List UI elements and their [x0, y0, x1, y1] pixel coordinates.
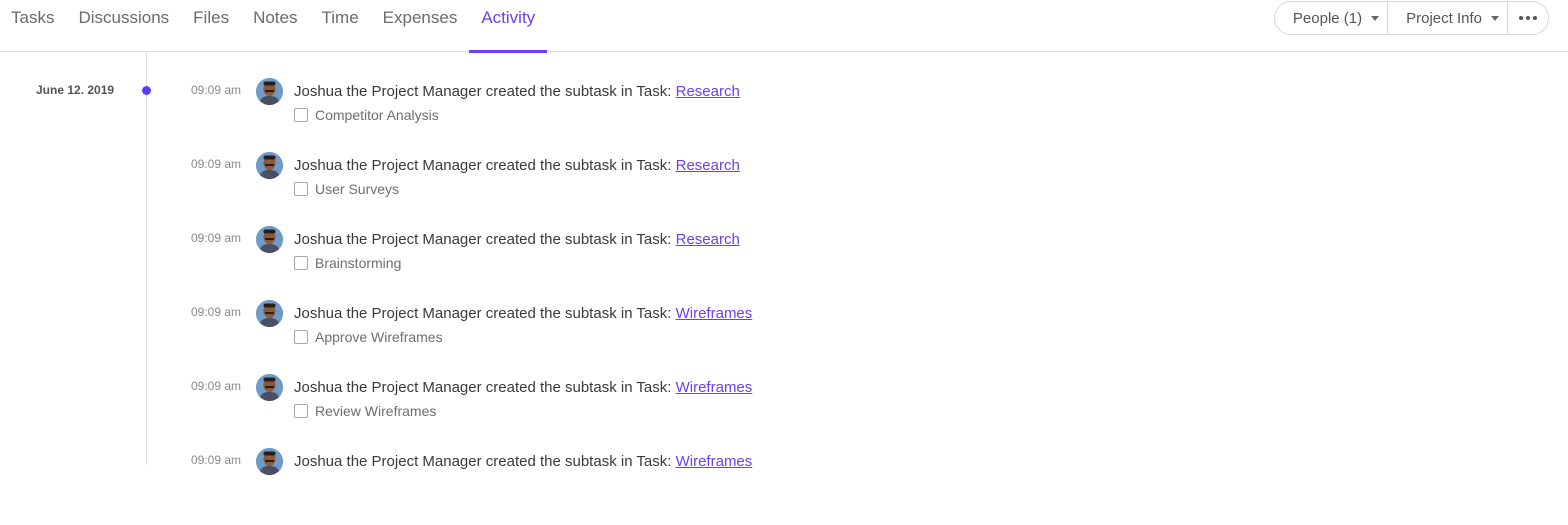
activity-text: Joshua the Project Manager created the s… — [294, 157, 676, 174]
activity-entry: 09:09 am Joshua the Project Manager crea… — [0, 152, 1568, 229]
more-options-button[interactable] — [1507, 2, 1548, 34]
subtask-label: Competitor Analysis — [315, 107, 439, 123]
subtask-item: Brainstorming — [294, 255, 401, 271]
subtask-checkbox[interactable] — [294, 108, 308, 122]
avatar — [256, 78, 283, 105]
activity-text: Joshua the Project Manager created the s… — [294, 83, 676, 100]
avatar — [256, 226, 283, 253]
avatar — [256, 448, 283, 475]
task-link[interactable]: Research — [676, 157, 740, 174]
more-dots-icon — [1519, 16, 1537, 20]
task-link[interactable]: Wireframes — [676, 305, 753, 322]
activity-description: Joshua the Project Manager created the s… — [294, 453, 752, 470]
activity-time: 09:09 am — [191, 379, 242, 393]
subtask-item: Competitor Analysis — [294, 107, 439, 123]
subtask-label: Review Wireframes — [315, 403, 437, 419]
activity-entry: 09:09 am Joshua the Project Manager crea… — [0, 78, 1568, 155]
tab-activity[interactable]: Activity — [469, 0, 548, 53]
activity-time: 09:09 am — [191, 157, 242, 171]
tab-time[interactable]: Time — [310, 0, 371, 52]
subtask-label: User Surveys — [315, 181, 400, 197]
subtask-checkbox[interactable] — [294, 182, 308, 196]
subtask-label: Brainstorming — [315, 255, 402, 271]
activity-description: Joshua the Project Manager created the s… — [294, 83, 740, 100]
task-link[interactable]: Research — [676, 83, 740, 100]
avatar — [256, 152, 283, 179]
task-link[interactable]: Wireframes — [676, 453, 753, 470]
tab-expenses[interactable]: Expenses — [371, 0, 470, 52]
activity-entry: 09:09 am Joshua the Project Manager crea… — [0, 374, 1568, 451]
activity-description: Joshua the Project Manager created the s… — [294, 157, 740, 174]
task-link[interactable]: Research — [676, 231, 740, 248]
people-dropdown-button[interactable]: People (1) — [1275, 2, 1387, 34]
tab-discussions[interactable]: Discussions — [66, 0, 181, 52]
subtask-checkbox[interactable] — [294, 330, 308, 344]
subtask-label: Approve Wireframes — [315, 329, 443, 345]
activity-list: 09:09 am Joshua the Project Manager crea… — [0, 78, 1568, 525]
avatar — [256, 300, 283, 327]
activity-time: 09:09 am — [191, 305, 242, 319]
chevron-down-icon — [1371, 16, 1380, 21]
chevron-down-icon — [1491, 16, 1499, 21]
project-info-button-label: Project Info — [1406, 9, 1482, 27]
subtask-item: User Surveys — [294, 181, 399, 197]
activity-entry: 09:09 am Joshua the Project Manager crea… — [0, 300, 1568, 377]
subtask-item: Review Wireframes — [294, 403, 436, 419]
people-button-label: People (1) — [1292, 9, 1363, 27]
activity-time: 09:09 am — [191, 231, 242, 245]
tab-files[interactable]: Files — [181, 0, 241, 52]
activity-entry: 09:09 am Joshua the Project Manager crea… — [0, 226, 1568, 303]
project-info-dropdown-button[interactable]: Project Info — [1387, 2, 1507, 34]
subtask-checkbox[interactable] — [294, 256, 308, 270]
activity-text: Joshua the Project Manager created the s… — [294, 231, 676, 248]
project-tab-bar: Tasks Discussions Files Notes Time Expen… — [0, 0, 1568, 53]
tab-notes[interactable]: Notes — [241, 0, 309, 52]
activity-entry: 09:09 am Joshua the Project Manager crea… — [0, 448, 1568, 525]
activity-time: 09:09 am — [191, 83, 242, 97]
tab-tasks[interactable]: Tasks — [0, 0, 66, 52]
activity-description: Joshua the Project Manager created the s… — [294, 379, 752, 396]
activity-text: Joshua the Project Manager created the s… — [294, 379, 676, 396]
subtask-checkbox[interactable] — [294, 404, 308, 418]
activity-text: Joshua the Project Manager created the s… — [294, 453, 676, 470]
project-actions-group: People (1) Project Info — [1273, 1, 1549, 35]
task-link[interactable]: Wireframes — [676, 379, 753, 396]
avatar — [256, 374, 283, 401]
activity-description: Joshua the Project Manager created the s… — [294, 305, 752, 322]
subtask-item: Approve Wireframes — [294, 329, 443, 345]
tab-list: Tasks Discussions Files Notes Time Expen… — [0, 0, 548, 53]
activity-text: Joshua the Project Manager created the s… — [294, 305, 676, 322]
activity-description: Joshua the Project Manager created the s… — [294, 231, 740, 248]
